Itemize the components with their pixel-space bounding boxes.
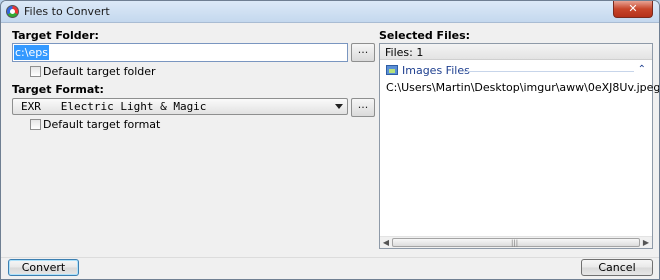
scrollbar-grip-icon: ||| [511,239,519,247]
files-count-header: Files: 1 [380,44,652,60]
cancel-button[interactable]: Cancel [581,259,653,276]
convert-button[interactable]: Convert [8,259,79,276]
group-divider [464,71,634,72]
collapse-icon[interactable]: ⌃ [638,65,646,75]
window-title: Files to Convert [24,5,110,18]
file-list-item[interactable]: C:\Users\Martin\Desktop\imgur\aww\0eXJ8U… [386,81,659,94]
footer-divider [1,257,659,258]
app-icon [6,5,19,18]
file-group-label: Images Files [402,64,470,77]
title-bar[interactable]: Files to Convert ✕ [1,1,659,23]
selected-files-list[interactable]: Files: 1 Images Files ⌃ C:\Users\Martin\… [379,43,659,249]
target-folder-input[interactable]: c:\eps [12,43,348,62]
default-target-folder-label: Default target folder [43,65,156,78]
scroll-left-icon[interactable]: ◀ [380,237,392,249]
default-target-format-label: Default target format [43,118,161,131]
default-target-format-checkbox[interactable] [30,119,41,130]
target-format-select[interactable]: EXR Electric Light & Magic [12,98,348,115]
browse-folder-button[interactable]: ... [351,43,375,62]
dropdown-arrow-icon [335,104,343,109]
file-group-header[interactable]: Images Files ⌃ [384,64,646,78]
dialog-window: Files to Convert ✕ Target Folder: c:\eps… [0,0,660,280]
browse-format-button[interactable]: ... [351,98,375,117]
default-target-folder-checkbox[interactable] [30,66,41,77]
target-folder-label: Target Folder: [12,29,99,42]
scrollbar-thumb[interactable]: ||| [392,238,640,247]
selected-files-label: Selected Files: [379,29,471,42]
scroll-right-icon[interactable]: ▶ [640,237,652,249]
target-format-value: EXR Electric Light & Magic [21,100,207,113]
image-folder-icon [386,65,398,75]
horizontal-scrollbar[interactable]: ◀ ||| ▶ [380,236,652,248]
target-format-label: Target Format: [12,83,104,96]
close-button[interactable]: ✕ [613,1,653,18]
target-folder-value: c:\eps [14,45,49,60]
files-count: Files: 1 [385,46,424,59]
